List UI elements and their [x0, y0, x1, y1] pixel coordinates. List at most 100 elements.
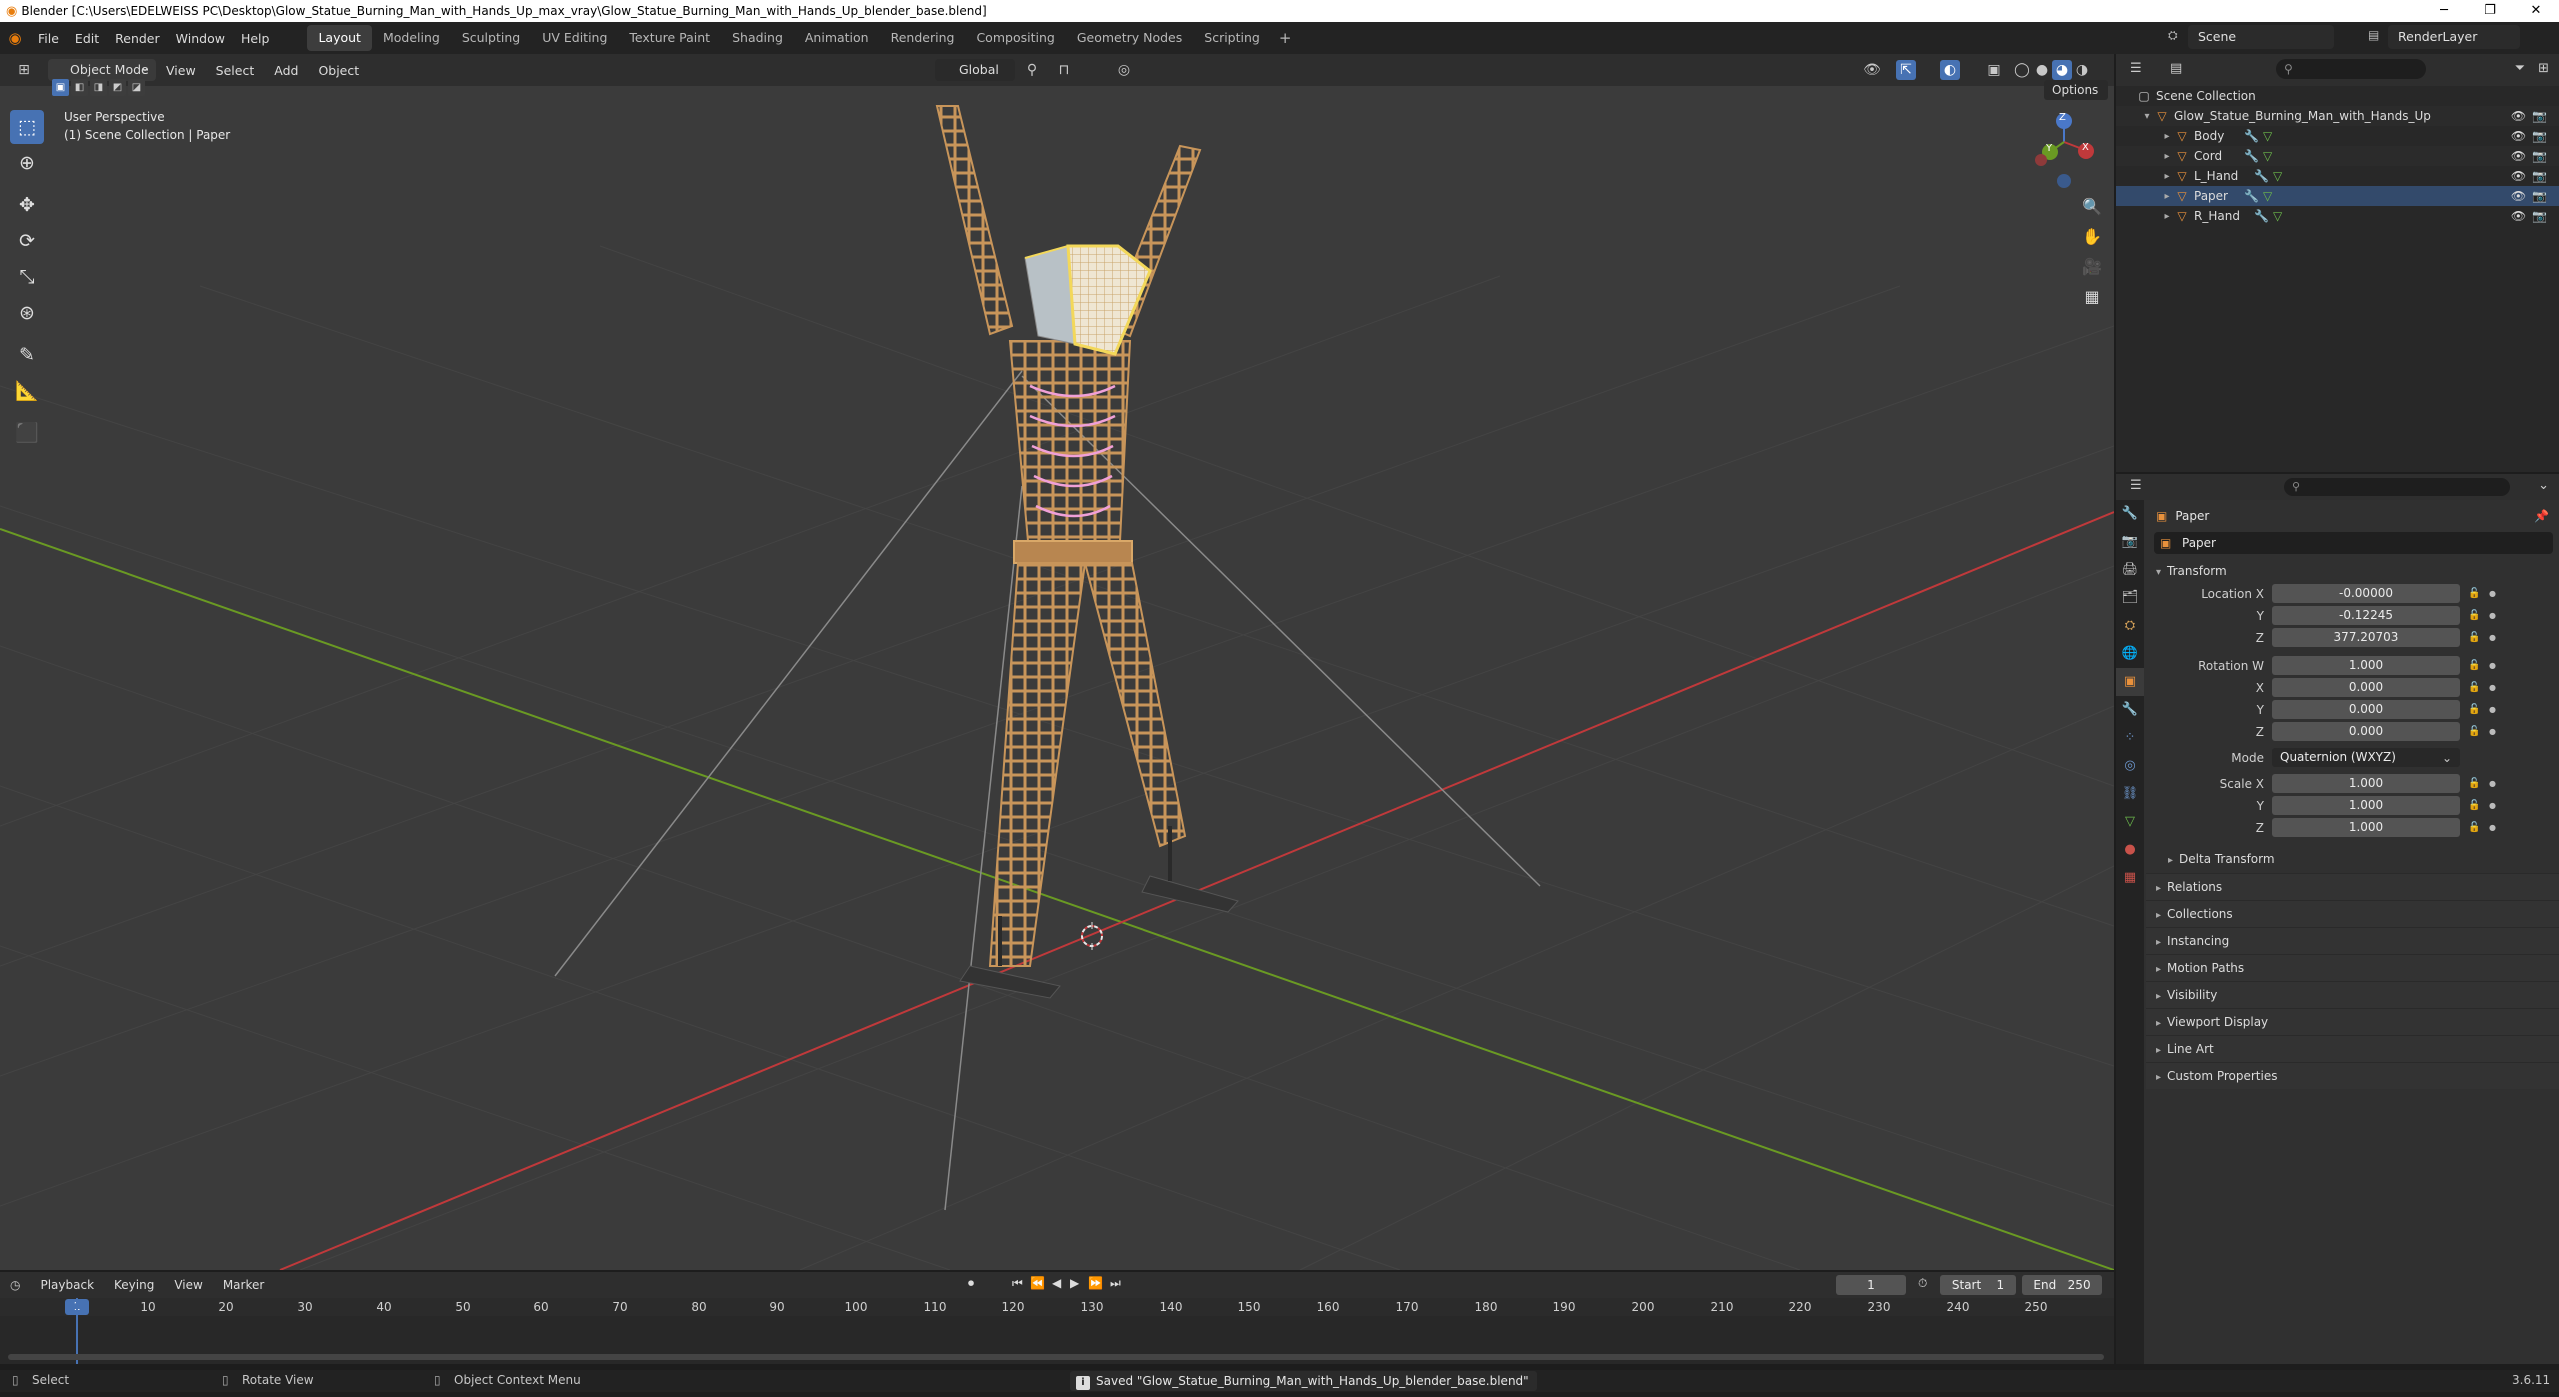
location-z-field[interactable]: 377.20703 [2272, 628, 2460, 647]
world-tab-icon[interactable]: 🌐 [2116, 640, 2144, 668]
lock-icon[interactable]: 🔓 [2468, 796, 2480, 816]
scale-z-field[interactable]: 1.000 [2272, 818, 2460, 837]
menu-playback[interactable]: Playback [30, 1278, 104, 1292]
texture-tab-icon[interactable]: ▦ [2116, 864, 2144, 892]
measure-icon[interactable]: 📐 [10, 374, 44, 408]
keyframe-dot-icon[interactable]: ● [2489, 628, 2496, 648]
select-extend-icon[interactable]: ◧ [71, 79, 88, 96]
timeline-editor-icon[interactable]: ◷ [0, 1278, 30, 1292]
keyframe-dot-icon[interactable]: ● [2489, 818, 2496, 838]
zoom-icon[interactable]: 🔍 [2077, 192, 2107, 222]
keyframe-dot-icon[interactable]: ● [2489, 796, 2496, 816]
menu-add[interactable]: Add [264, 63, 308, 78]
mesh-data-tab-icon[interactable]: ▽ [2116, 808, 2144, 836]
expand-arrow-icon[interactable]: ▸ [2160, 191, 2174, 202]
outliner-row-paper[interactable]: ▸ ▽ Paper 🔧 ▽ 👁📷 [2116, 186, 2559, 206]
jump-keyframe-back-icon[interactable]: ⏪ [1030, 1276, 1045, 1290]
end-frame-field[interactable]: End 250 [2022, 1275, 2102, 1295]
menu-view[interactable]: View [156, 63, 206, 78]
menu-file[interactable]: File [30, 31, 67, 46]
keyframe-dot-icon[interactable]: ● [2489, 774, 2496, 794]
select-new-icon[interactable]: ▣ [52, 79, 69, 96]
blender-logo-icon[interactable]: ◉ [0, 29, 30, 47]
menu-object[interactable]: Object [308, 63, 369, 78]
relations-panel[interactable]: ▸ Relations [2146, 873, 2559, 900]
keyframe-dot-icon[interactable]: ● [2489, 678, 2496, 698]
render-layer-selector[interactable]: RenderLayer [2388, 25, 2520, 49]
rotation-y-field[interactable]: 0.000 [2272, 700, 2460, 719]
select-box-icon[interactable]: ⬚ [10, 110, 44, 144]
keyframe-dot-icon[interactable]: ● [2489, 606, 2496, 626]
visibility-toggles[interactable]: 👁📷 [2511, 149, 2553, 163]
keyframe-dot-icon[interactable]: ● [2489, 700, 2496, 720]
panel-options-icon[interactable]: ⌄ [2538, 478, 2549, 493]
select-subtract-icon[interactable]: ◨ [90, 79, 107, 96]
move-icon[interactable]: ✥ [10, 188, 44, 222]
line-art-panel[interactable]: ▸ Line Art [2146, 1035, 2559, 1062]
material-tab-icon[interactable]: ● [2116, 836, 2144, 864]
tab-shading[interactable]: Shading [721, 25, 794, 51]
add-workspace-button[interactable]: + [1271, 29, 1300, 47]
menu-select[interactable]: Select [206, 63, 265, 78]
clock-icon[interactable]: ⏱ [1918, 1276, 1927, 1291]
display-mode-icon[interactable]: ▤ [2170, 61, 2182, 76]
rotate-icon[interactable]: ⟳ [10, 224, 44, 258]
filter-icon[interactable]: ⏷ [2515, 61, 2525, 76]
gizmo-toggle-icon[interactable]: ⇱ [1896, 60, 1916, 80]
annotate-icon[interactable]: ✎ [10, 338, 44, 372]
output-tab-icon[interactable]: 🖨 [2116, 556, 2144, 584]
custom-properties-panel[interactable]: ▸ Custom Properties [2146, 1062, 2559, 1089]
delta-transform-subpanel[interactable]: ▸ Delta Transform [2146, 846, 2559, 873]
record-icon[interactable]: ⏺ [968, 1276, 974, 1291]
options-dropdown[interactable]: Options [2044, 80, 2108, 100]
tab-animation[interactable]: Animation [794, 25, 880, 51]
play-icon[interactable]: ▶ [1070, 1276, 1079, 1290]
keyframe-dot-icon[interactable]: ● [2489, 656, 2496, 676]
expand-arrow-icon[interactable]: ▸ [2160, 171, 2174, 182]
new-collection-icon[interactable]: ⊞ [2538, 61, 2549, 76]
tab-texture-paint[interactable]: Texture Paint [618, 25, 721, 51]
collections-panel[interactable]: ▸ Collections [2146, 900, 2559, 927]
rotation-mode-dropdown[interactable]: Quaternion (WXYZ) [2272, 748, 2460, 767]
tab-sculpting[interactable]: Sculpting [451, 25, 531, 51]
jump-start-icon[interactable]: ⏮ [1012, 1276, 1023, 1291]
properties-search-input[interactable]: ⚲ [2284, 478, 2510, 496]
object-name-field[interactable]: ▣ Paper [2154, 532, 2553, 554]
object-mode-dropdown[interactable]: Object Mode [48, 56, 156, 81]
pan-hand-icon[interactable]: ✋ [2077, 222, 2107, 252]
outliner-row-body[interactable]: ▸ ▽ Body 🔧 ▽ 👁📷 [2116, 126, 2559, 146]
transform-orientation-dropdown[interactable]: Global [935, 59, 1015, 81]
location-x-field[interactable]: -0.00000 [2272, 584, 2460, 603]
outliner-row-cord[interactable]: ▸ ▽ Cord 🔧 ▽ 👁📷 [2116, 146, 2559, 166]
outliner-row-r-hand[interactable]: ▸ ▽ R_Hand 🔧 ▽ 👁📷 [2116, 206, 2559, 226]
outliner-editor-icon[interactable]: ☰ [2130, 61, 2142, 76]
visibility-toggles[interactable]: 👁📷 [2511, 169, 2553, 183]
expand-arrow-icon[interactable]: ▸ [2160, 211, 2174, 222]
current-frame-field[interactable]: 1 [1836, 1275, 1906, 1295]
rendered-shading-icon[interactable]: ◑ [2072, 60, 2092, 80]
object-tab-icon[interactable]: ▣ [2116, 668, 2144, 696]
timeline-track-area[interactable] [0, 1298, 2114, 1364]
constraints-tab-icon[interactable]: ⛓ [2116, 780, 2144, 808]
visibility-panel[interactable]: ▸ Visibility [2146, 981, 2559, 1008]
motion-paths-panel[interactable]: ▸ Motion Paths [2146, 954, 2559, 981]
scale-icon[interactable]: ⤡ [10, 260, 44, 294]
add-cube-icon[interactable]: ⬛ [10, 416, 44, 450]
tool-tab-icon[interactable]: 🔧 [2116, 500, 2144, 528]
transform-icon[interactable]: ⊛ [10, 296, 44, 330]
lock-icon[interactable]: 🔓 [2468, 700, 2480, 720]
play-reverse-icon[interactable]: ◀ [1052, 1276, 1061, 1290]
tab-modeling[interactable]: Modeling [372, 25, 451, 51]
outliner-search-input[interactable]: ⚲ [2276, 59, 2426, 79]
menu-help[interactable]: Help [233, 31, 278, 46]
jump-keyframe-forward-icon[interactable]: ⏩ [1088, 1276, 1103, 1290]
overlay-toggle-icon[interactable]: ◐ [1940, 60, 1960, 80]
render-tab-icon[interactable]: 📷 [2116, 528, 2144, 556]
scale-x-field[interactable]: 1.000 [2272, 774, 2460, 793]
expand-arrow-icon[interactable]: ▾ [2140, 111, 2154, 122]
minimize-button[interactable]: ─ [2421, 0, 2467, 22]
physics-tab-icon[interactable]: ◎ [2116, 752, 2144, 780]
lock-icon[interactable]: 🔓 [2468, 818, 2480, 838]
menu-timeline-view[interactable]: View [164, 1278, 212, 1292]
camera-view-icon[interactable]: 🎥 [2077, 252, 2107, 282]
